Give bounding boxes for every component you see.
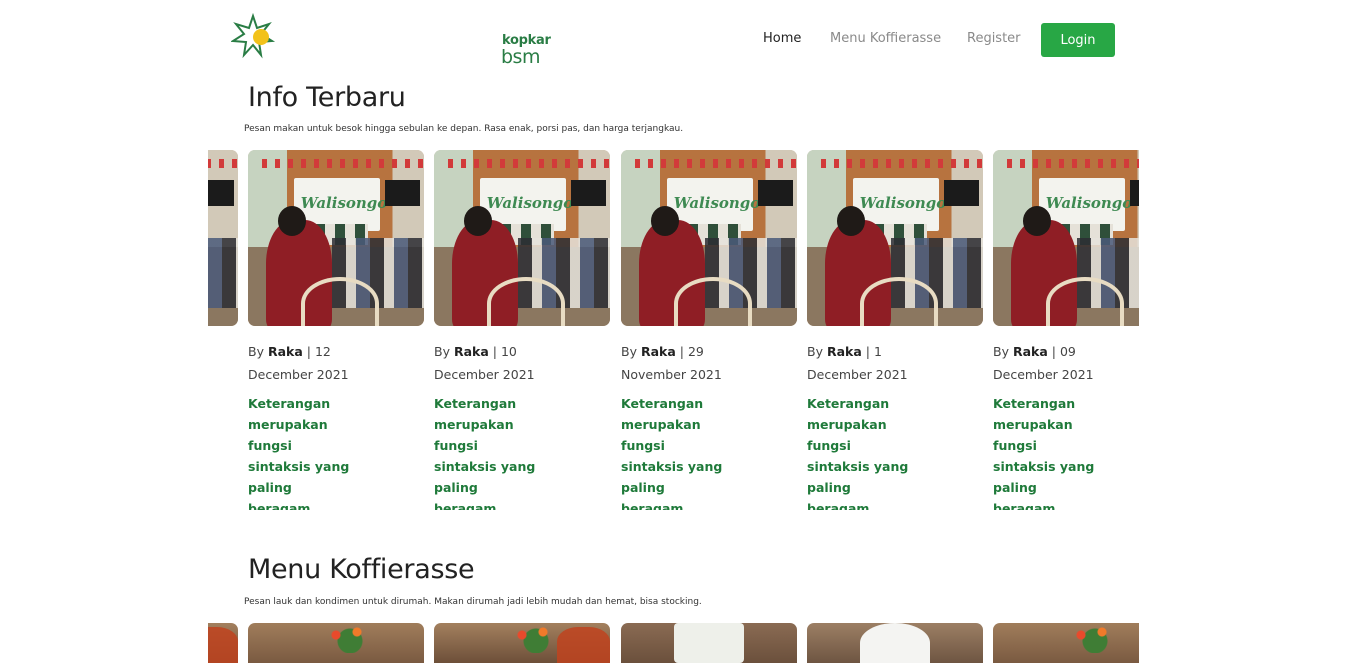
sun-star-icon xyxy=(229,12,276,59)
info-card-image: Walisongo xyxy=(807,150,983,326)
info-card-image: Walisongo xyxy=(248,150,424,326)
menu-section-title: Menu Koffierasse xyxy=(248,554,475,585)
info-card[interactable]: Walisongo By Raka | 10 December 2021 Ket… xyxy=(434,150,610,510)
card-author: Raka xyxy=(453,344,489,359)
menu-card-image xyxy=(807,623,983,663)
info-card[interactable]: Walisongo By Raka | 29 November 2021 Ket… xyxy=(621,150,797,510)
card-meta: By Raka | 1 December 2021 xyxy=(807,340,917,386)
card-description[interactable]: Keterangan merupakan fungsi sintaksis ya… xyxy=(248,393,358,510)
menu-card[interactable] xyxy=(993,623,1139,663)
banner-text: Walisongo xyxy=(300,194,388,212)
menu-card-image xyxy=(621,623,797,663)
menu-card[interactable] xyxy=(807,623,983,663)
card-description[interactable]: Keterangan merupakan fungsi sintaksis ya… xyxy=(434,393,544,510)
card-by-label: By xyxy=(621,344,637,359)
menu-carousel[interactable] xyxy=(208,623,1139,663)
card-by-label: By xyxy=(807,344,823,359)
menu-card-image xyxy=(248,623,424,663)
card-author: Raka xyxy=(640,344,676,359)
logo-text-bsm: bsm xyxy=(501,46,540,68)
info-card-image: Walisongo xyxy=(434,150,610,326)
card-date-day: | 12 xyxy=(306,344,331,359)
info-section-title: Info Terbaru xyxy=(248,82,406,113)
card-meta: By Raka | 29 November 2021 xyxy=(621,340,731,386)
banner-text: Walisongo xyxy=(1045,194,1133,212)
info-card-image: Walisongo xyxy=(993,150,1139,326)
menu-card-image xyxy=(208,623,238,663)
card-description[interactable]: Keterangan merupakan fungsi sintaksis ya… xyxy=(621,393,731,510)
card-date-day: | 29 xyxy=(679,344,704,359)
card-date-month-year: December 2021 xyxy=(248,367,349,382)
card-date-month-year: November 2021 xyxy=(621,367,722,382)
card-author: Raka xyxy=(826,344,862,359)
info-card[interactable]: Walisongo By Raka | 09 December 2021 Ket… xyxy=(993,150,1139,510)
login-button[interactable]: Login xyxy=(1041,23,1115,57)
card-date-month-year: December 2021 xyxy=(993,367,1094,382)
card-meta: By Raka | 09 December 2021 xyxy=(993,340,1103,386)
info-card-image: Walisongo xyxy=(621,150,797,326)
banner-text: Walisongo xyxy=(859,194,947,212)
info-section-subtitle: Pesan makan untuk besok hingga sebulan k… xyxy=(244,124,684,134)
menu-card-image xyxy=(993,623,1139,663)
menu-card[interactable] xyxy=(434,623,610,663)
card-date-day: | 10 xyxy=(492,344,517,359)
card-date-month-year: December 2021 xyxy=(434,367,535,382)
menu-card-image xyxy=(434,623,610,663)
info-card[interactable]: Walisongo By Raka | 1 December 2021 Kete… xyxy=(807,150,983,510)
nav-home[interactable]: Home xyxy=(763,31,801,46)
banner-text: Walisongo xyxy=(673,194,761,212)
menu-card[interactable] xyxy=(621,623,797,663)
banner-text: Walisongo xyxy=(486,194,574,212)
nav-menu-koffierasse[interactable]: Menu Koffierasse xyxy=(830,31,941,46)
card-meta: By Raka | 12 December 2021 xyxy=(248,340,358,386)
card-meta: By Raka | 10 December 2021 xyxy=(434,340,544,386)
info-carousel[interactable]: Walisongo By Raka | 12 December 2021 Ket… xyxy=(208,150,1139,510)
card-author: Raka xyxy=(267,344,303,359)
info-card[interactable]: Walisongo By Raka | 12 December 2021 Ket… xyxy=(248,150,424,510)
card-date-day: | 1 xyxy=(865,344,882,359)
menu-card[interactable] xyxy=(248,623,424,663)
card-by-label: By xyxy=(993,344,1009,359)
card-description[interactable]: Keterangan merupakan fungsi sintaksis ya… xyxy=(993,393,1103,510)
info-card-peek[interactable] xyxy=(208,150,238,326)
card-date-month-year: December 2021 xyxy=(807,367,908,382)
menu-section-subtitle: Pesan lauk dan kondimen untuk dirumah. M… xyxy=(244,597,702,607)
card-author: Raka xyxy=(1012,344,1048,359)
card-description[interactable]: Keterangan merupakan fungsi sintaksis ya… xyxy=(807,393,917,510)
navbar: kopkar bsm Home Menu Koffierasse Registe… xyxy=(0,0,1345,80)
card-date-day: | 09 xyxy=(1051,344,1076,359)
nav-register[interactable]: Register xyxy=(967,31,1021,46)
card-by-label: By xyxy=(434,344,450,359)
kopkar-logo[interactable]: kopkar bsm xyxy=(229,10,551,68)
card-by-label: By xyxy=(248,344,264,359)
info-card-image xyxy=(208,150,238,326)
menu-card-peek[interactable] xyxy=(208,623,238,663)
